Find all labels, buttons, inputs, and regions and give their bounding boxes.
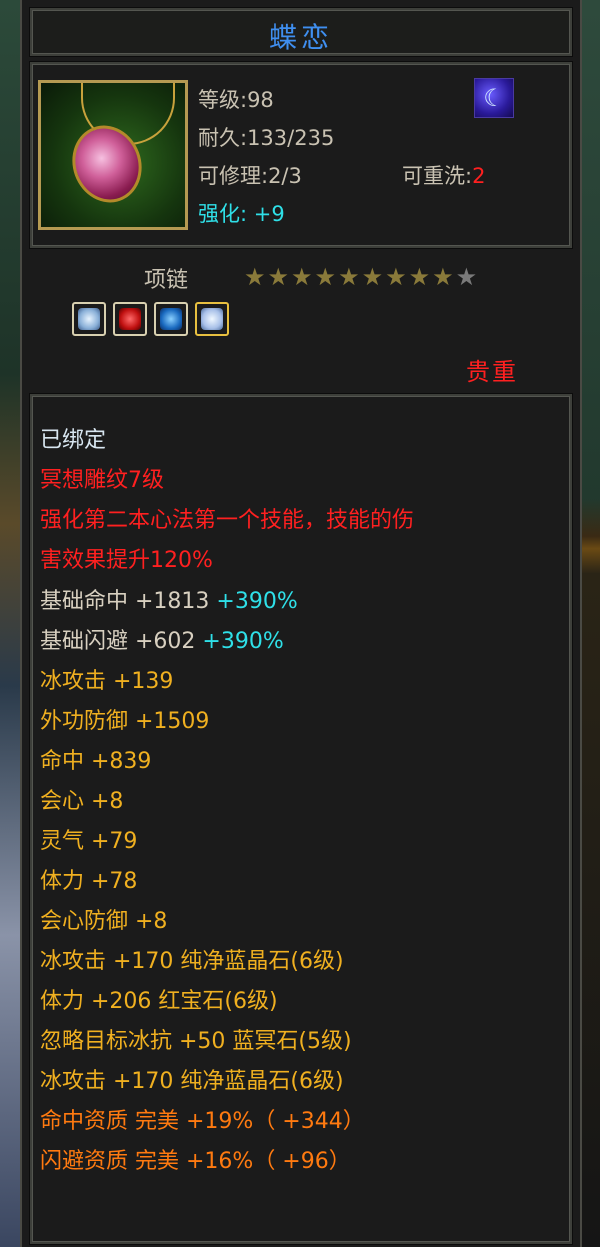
star-filled-icon: ★ (314, 263, 337, 291)
star-filled-icon: ★ (361, 263, 384, 291)
engraving-name: 冥想雕纹7级 (40, 468, 164, 493)
star-filled-icon: ★ (267, 263, 290, 291)
gem-stat-2: 体力 +206 红宝石(6级) (40, 989, 278, 1014)
star-filled-icon: ★ (408, 263, 431, 291)
item-reforge: 可重洗:2 (402, 160, 485, 190)
item-tooltip-panel: 蝶恋 等级:98 ☾ 耐久:133/235 可修理:2/3 可重洗:2 强化: … (20, 0, 582, 1247)
star-filled-icon: ★ (338, 263, 360, 291)
item-name: 蝶恋 (268, 21, 333, 54)
socket-1[interactable] (72, 302, 106, 336)
engraving-desc-line1: 强化第二本心法第一个技能，技能的伤 (40, 508, 415, 533)
diamond-gem-icon (78, 308, 100, 330)
stat-stamina: 体力 +78 (40, 869, 138, 894)
bound-status: 已绑定 (40, 428, 107, 453)
stat-base-hit: 基础命中 +1813 +390% (40, 583, 298, 615)
stat-outer-defense: 外功防御 +1509 (40, 709, 210, 734)
star-rating: ★ ★ ★ ★ ★ ★ ★ ★ ★ ★ (244, 263, 477, 291)
gem-sockets (72, 302, 229, 336)
stat-bonus: +390% (202, 629, 284, 654)
stat-ice-attack: 冰攻击 +139 (40, 669, 174, 694)
stat-crit-defense: 会心防御 +8 (40, 909, 168, 934)
item-icon-frame[interactable] (38, 80, 188, 230)
gem-stat-3: 忽略目标冰抗 +50 蓝冥石(5级) (40, 1029, 352, 1054)
stat-spirit: 灵气 +79 (40, 829, 138, 854)
item-durability: 耐久:133/235 (198, 126, 335, 150)
socket-3[interactable] (154, 302, 188, 336)
item-rarity: 贵重 (466, 358, 518, 386)
reforge-label: 可重洗: (402, 164, 473, 188)
ruby-gem-icon (119, 308, 141, 330)
item-enhance: 强化: +9 (198, 198, 285, 228)
star-filled-icon: ★ (385, 263, 407, 291)
stat-bonus: +390% (216, 589, 298, 614)
title-bar: 蝶恋 (29, 7, 573, 57)
star-filled-icon: ★ (291, 263, 313, 291)
star-filled-icon: ★ (244, 263, 266, 291)
stat-text: 基础闪避 +602 (40, 629, 196, 654)
stat-crit: 会心 +8 (40, 789, 124, 814)
enhance-label: 强化: (198, 202, 248, 226)
stat-hit: 命中 +839 (40, 749, 152, 774)
item-type: 项链 (144, 268, 189, 293)
star-filled-icon: ★ (432, 263, 454, 291)
gem-stat-4: 冰攻击 +170 纯净蓝晶石(6级) (40, 1069, 344, 1094)
item-repair-count: 可修理:2/3 (198, 164, 302, 188)
star-empty-icon: ★ (455, 263, 478, 291)
aptitude-dodge: 闪避资质 完美 +16%（ +96） (40, 1149, 351, 1174)
stat-text: 基础命中 +1813 (40, 589, 210, 614)
sapphire-gem-icon (160, 308, 182, 330)
diamond-gem-icon (201, 308, 223, 330)
aptitude-hit: 命中资质 完美 +19%（ +344） (40, 1109, 365, 1134)
socket-4[interactable] (195, 302, 229, 336)
enhancement-spirit-icon: ☾ (474, 78, 514, 118)
stat-base-dodge: 基础闪避 +602 +390% (40, 623, 284, 655)
enhance-value: +9 (253, 202, 285, 226)
socket-2[interactable] (113, 302, 147, 336)
engraving-desc-line2: 害效果提升120% (40, 548, 213, 573)
reforge-value: 2 (472, 164, 486, 188)
item-level: 等级:98 (198, 88, 274, 112)
gem-stat-1: 冰攻击 +170 纯净蓝晶石(6级) (40, 949, 344, 974)
